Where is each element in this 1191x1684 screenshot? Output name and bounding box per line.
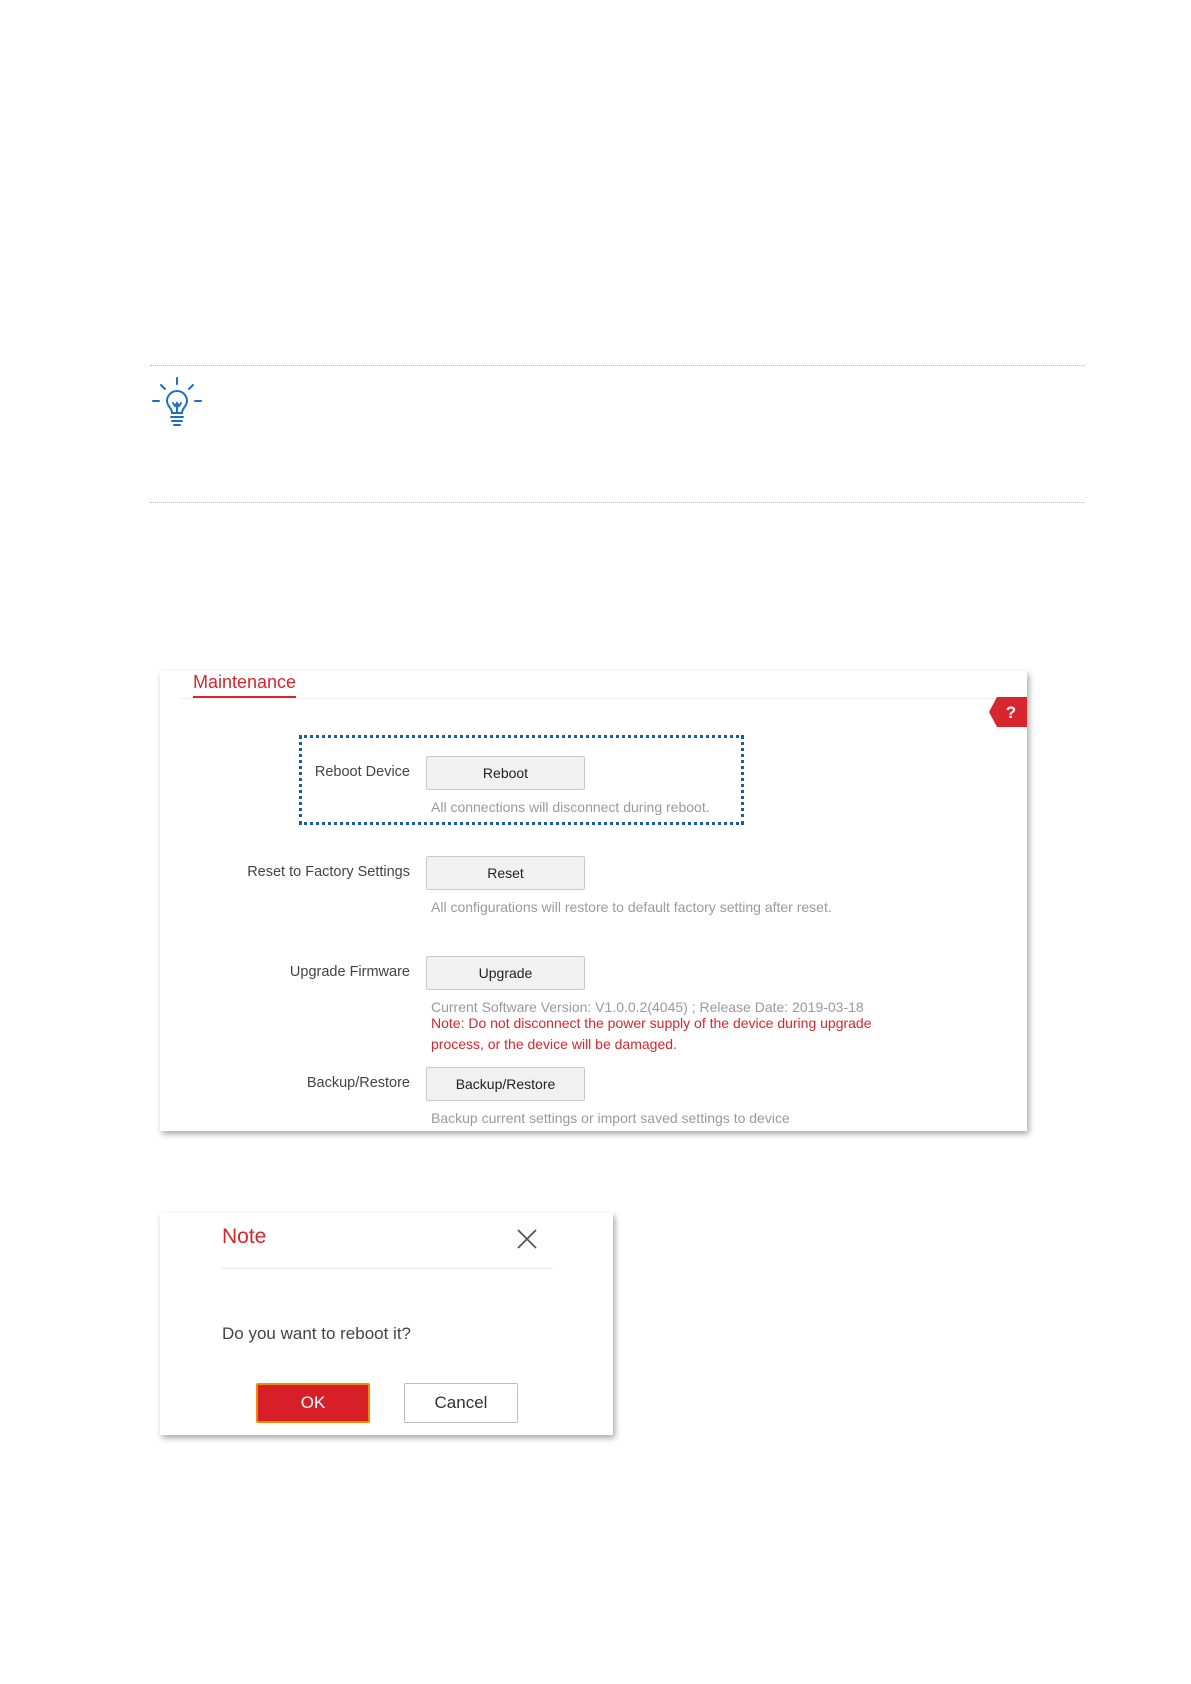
ok-button[interactable]: OK: [256, 1383, 370, 1423]
upgrade-warning-line2: process, or the device will be damaged.: [431, 1036, 677, 1052]
maintenance-panel: Maintenance ? Reboot Device Reboot All c…: [160, 671, 1027, 1131]
maintenance-title: Maintenance: [193, 671, 297, 698]
reboot-button[interactable]: Reboot: [426, 756, 585, 790]
help-icon-label: ?: [1006, 703, 1016, 722]
backup-restore-hint: Backup current settings or import saved …: [431, 1110, 790, 1126]
upgrade-firmware-label: Upgrade Firmware: [289, 964, 410, 980]
reset-factory-label: Reset to Factory Settings: [247, 864, 410, 880]
lightbulb-icon: [152, 377, 202, 426]
reset-button[interactable]: Reset: [426, 856, 585, 890]
reset-hint: All configurations will restore to defau…: [431, 899, 832, 915]
software-version-text: Current Software Version: V1.0.0.2(4045)…: [431, 999, 864, 1015]
upgrade-button[interactable]: Upgrade: [426, 956, 585, 990]
reboot-hint: All connections will disconnect during r…: [431, 799, 710, 815]
dialog-title: Note: [222, 1225, 267, 1248]
upgrade-warning-line1: Note: Do not disconnect the power supply…: [431, 1015, 872, 1031]
tip-top-divider: [150, 365, 1084, 366]
reboot-device-label: Reboot Device: [314, 764, 410, 780]
reboot-confirm-dialog: Note Do you want to reboot it? OK Cancel: [160, 1213, 613, 1435]
dialog-divider: [222, 1268, 553, 1269]
dialog-message: Do you want to reboot it?: [222, 1324, 412, 1343]
backup-restore-button[interactable]: Backup/Restore: [426, 1067, 585, 1101]
title-divider: [180, 698, 1007, 699]
tip-bottom-divider: [150, 502, 1084, 503]
close-icon[interactable]: [515, 1227, 539, 1251]
help-icon[interactable]: ?: [989, 697, 1027, 727]
backup-restore-label: Backup/Restore: [306, 1075, 410, 1091]
cancel-button[interactable]: Cancel: [404, 1383, 518, 1423]
